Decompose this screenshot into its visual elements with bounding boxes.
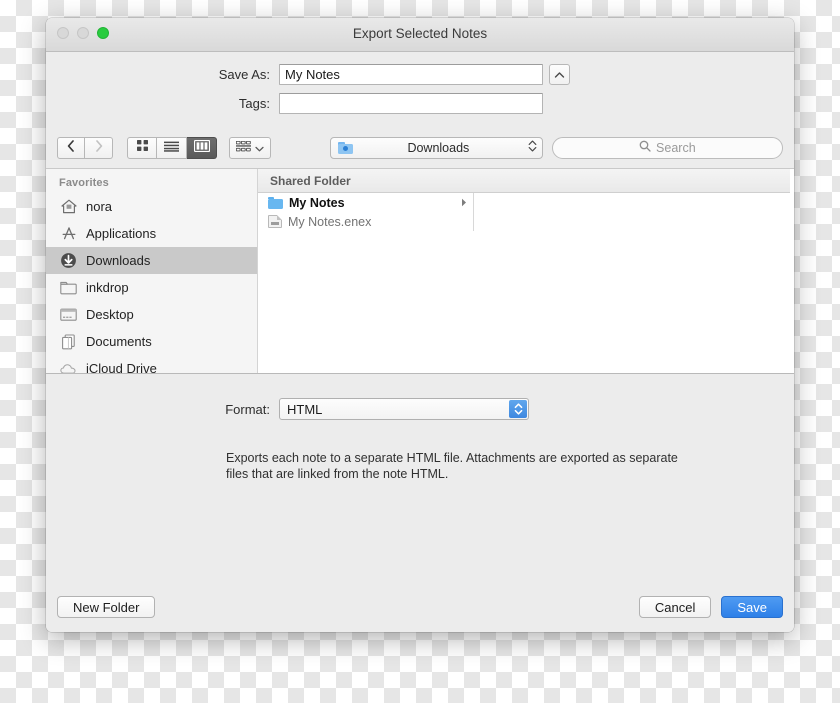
save-as-row: Save As: My Notes: [46, 64, 794, 85]
navigation-buttons: [57, 137, 113, 159]
chevron-up-icon: [554, 71, 565, 79]
sidebar-item-label: nora: [86, 199, 113, 214]
window-title: Export Selected Notes: [352, 26, 488, 41]
forward-button[interactable]: [85, 137, 113, 159]
search-field[interactable]: Search: [551, 137, 783, 159]
blue-folder-icon: [268, 196, 283, 209]
sidebar-item-label: Applications: [86, 226, 157, 241]
arrange-by-button[interactable]: [229, 137, 271, 159]
format-row: Format: HTML: [46, 398, 794, 420]
cancel-button[interactable]: Cancel: [638, 596, 712, 618]
tags-row: Tags:: [46, 93, 794, 114]
cloud-icon: [60, 360, 77, 373]
lines-icon: [164, 139, 179, 157]
format-description: Exports each note to a separate HTML fil…: [226, 451, 678, 481]
columns-icon: [193, 139, 210, 157]
blue-folder-icon: [338, 142, 353, 154]
icon-view-button[interactable]: [127, 137, 157, 159]
format-label: Format:: [225, 401, 270, 417]
sidebar-item-documents[interactable]: Documents: [46, 328, 257, 355]
documents-icon: [60, 333, 77, 350]
save-fields: Save As: My Notes Tags:: [46, 52, 794, 128]
sidebar-item-downloads[interactable]: Downloads: [46, 247, 257, 274]
sidebar-item-desktop[interactable]: Desktop: [46, 301, 257, 328]
chevron-right-icon: [95, 139, 103, 157]
file-browser: Favorites nora Applications Downloads in…: [46, 168, 794, 374]
format-selected-value: HTML: [287, 401, 323, 417]
column-view-button[interactable]: [187, 137, 217, 159]
empty-column: [474, 193, 794, 231]
column-header: Shared Folder: [258, 169, 790, 193]
sidebar: Favorites nora Applications Downloads in…: [46, 169, 258, 373]
download-icon: [60, 252, 77, 269]
save-as-label: Save As:: [218, 67, 270, 82]
view-mode-buttons: [127, 137, 217, 159]
file-name: My Notes: [289, 195, 345, 210]
tags-label: Tags:: [238, 96, 270, 111]
folder-icon: [60, 279, 77, 296]
new-folder-button[interactable]: New Folder: [57, 596, 156, 618]
up-down-chevron-icon: [509, 400, 527, 418]
path-popup-button[interactable]: Downloads: [330, 137, 543, 159]
arrange-grid-icon: [235, 139, 251, 157]
file-row-my-notes-enex[interactable]: My Notes.enex: [258, 212, 473, 231]
file-row-my-notes[interactable]: My Notes: [258, 193, 473, 212]
sidebar-item-label: inkdrop: [86, 280, 129, 295]
sidebar-item-icloud-drive[interactable]: iCloud Drive: [46, 355, 257, 373]
titlebar: Export Selected Notes: [46, 18, 794, 52]
grid-icon: [136, 139, 149, 157]
home-icon: [60, 198, 77, 215]
export-dialog-window: Export Selected Notes Save As: My Notes …: [46, 18, 794, 632]
file-column: My Notes My Notes.enex: [258, 193, 474, 231]
appstore-a-icon: [60, 225, 77, 242]
chevron-down-icon: [255, 139, 264, 157]
sidebar-item-label: Documents: [86, 334, 152, 349]
file-name: My Notes.enex: [288, 214, 372, 229]
sidebar-section-favorites: Favorites: [59, 177, 109, 189]
sidebar-item-inkdrop[interactable]: inkdrop: [46, 274, 257, 301]
sidebar-item-applications[interactable]: Applications: [46, 220, 257, 247]
format-select[interactable]: HTML: [279, 398, 529, 420]
tags-input[interactable]: [279, 93, 543, 114]
expand-browser-button[interactable]: [549, 64, 570, 85]
save-as-input[interactable]: My Notes: [279, 64, 543, 85]
chevron-right-icon: [461, 196, 467, 210]
search-icon: [639, 139, 651, 157]
document-icon: [268, 215, 282, 228]
format-panel: Format: HTML Exports each note to a sepa…: [46, 374, 794, 582]
browser-toolbar: Downloads Search: [46, 128, 794, 168]
chevron-left-icon: [67, 139, 75, 157]
sidebar-item-label: iCloud Drive: [86, 361, 157, 373]
path-popup-label: Downloads: [407, 141, 470, 155]
dialog-footer: New Folder Cancel Save: [46, 582, 794, 632]
sidebar-item-nora[interactable]: nora: [46, 193, 257, 220]
list-view-button[interactable]: [157, 137, 187, 159]
desktop-icon: [60, 306, 77, 323]
search-input[interactable]: Search: [656, 141, 696, 155]
sidebar-item-label: Downloads: [86, 253, 151, 268]
save-button[interactable]: Save: [721, 596, 783, 618]
up-down-chevron-icon: [528, 139, 537, 158]
column-view: Shared Folder My Notes My Notes.enex: [258, 169, 794, 373]
sidebar-item-label: Desktop: [86, 307, 134, 322]
back-button[interactable]: [57, 137, 85, 159]
